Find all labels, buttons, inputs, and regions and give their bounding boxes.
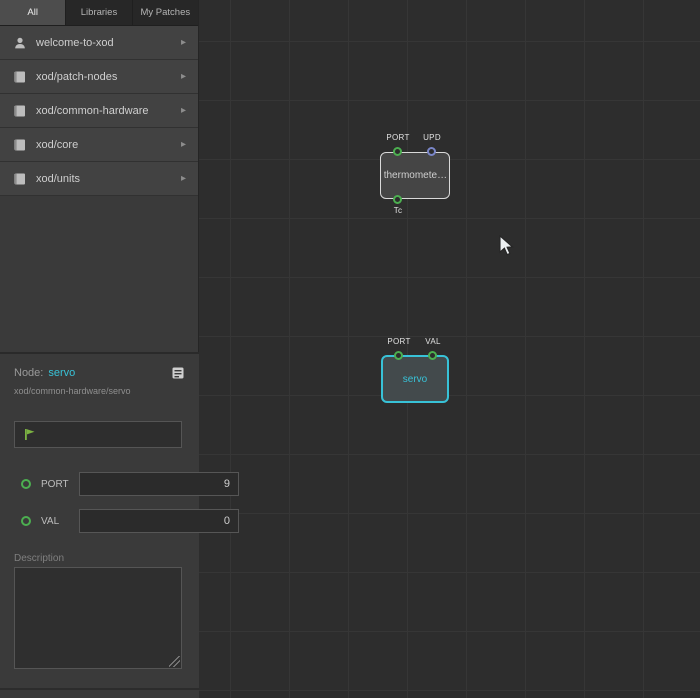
description-textarea[interactable] — [14, 567, 182, 669]
pin-label-upd: UPD — [423, 133, 441, 142]
pin-label-port: PORT — [386, 133, 409, 142]
sidebar-item-welcome-to-xod[interactable]: welcome-to-xod ▸ — [0, 26, 198, 60]
library-label: welcome-to-xod — [36, 37, 181, 49]
pin-port-icon[interactable] — [393, 147, 402, 156]
book-icon — [13, 104, 27, 118]
library-label: xod/units — [36, 173, 181, 185]
node-title: thermomete… — [384, 170, 447, 181]
node-docs-icon[interactable] — [171, 366, 185, 380]
tab-my-patches[interactable]: My Patches — [133, 0, 198, 25]
pin-tc-icon[interactable] — [393, 195, 402, 204]
flag-icon — [24, 428, 36, 441]
chevron-right-icon: ▸ — [181, 105, 186, 116]
project-browser-list: welcome-to-xod ▸ xod/patch-nodes ▸ xod/c… — [0, 26, 198, 196]
book-icon — [13, 70, 27, 84]
library-label: xod/core — [36, 139, 181, 151]
field-row-port: PORT — [0, 472, 199, 496]
user-icon — [13, 36, 27, 50]
pin-label-val: VAL — [425, 337, 440, 346]
sidebar-item-xod-patch-nodes[interactable]: xod/patch-nodes ▸ — [0, 60, 198, 94]
chevron-right-icon: ▸ — [181, 37, 186, 48]
tab-libraries[interactable]: Libraries — [66, 0, 132, 25]
library-label: xod/patch-nodes — [36, 71, 181, 83]
node-servo[interactable]: PORT VAL servo — [381, 355, 449, 403]
sidebar-item-xod-units[interactable]: xod/units ▸ — [0, 162, 198, 196]
field-label: PORT — [41, 479, 79, 490]
browser-tabbar: All Libraries My Patches — [0, 0, 198, 26]
node-path: xod/common-hardware/servo — [0, 384, 199, 396]
node-prefix-label: Node: — [14, 367, 43, 379]
xod-ide-window: PORT UPD thermomete… Tc PORT VAL servo A… — [0, 0, 700, 698]
book-icon — [13, 172, 27, 186]
description-label: Description — [14, 553, 64, 564]
chevron-right-icon: ▸ — [181, 139, 186, 150]
pin-type-icon — [21, 479, 31, 489]
pin-port-icon[interactable] — [394, 351, 403, 360]
mouse-cursor-icon — [499, 235, 515, 257]
pin-upd-icon[interactable] — [427, 147, 436, 156]
pin-label-port: PORT — [387, 337, 410, 346]
sidebar-item-xod-common-hardware[interactable]: xod/common-hardware ▸ — [0, 94, 198, 128]
pin-type-icon — [21, 516, 31, 526]
sidebar-item-xod-core[interactable]: xod/core ▸ — [0, 128, 198, 162]
node-preview-box — [14, 421, 182, 448]
field-label: VAL — [41, 516, 79, 527]
inspector-header: Node: servo — [0, 354, 199, 384]
sidebar: All Libraries My Patches welcome-to-xod … — [0, 0, 199, 698]
pin-label-tc: Tc — [394, 206, 403, 215]
node-name-link[interactable]: servo — [48, 367, 75, 379]
node-title: servo — [403, 374, 427, 385]
resize-handle[interactable] — [169, 656, 180, 667]
field-row-val: VAL — [0, 509, 199, 533]
tab-all[interactable]: All — [0, 0, 66, 25]
port-value-input[interactable] — [79, 472, 239, 496]
pin-val-icon[interactable] — [428, 351, 437, 360]
book-icon — [13, 138, 27, 152]
inspector-panel: Node: servo xod/common-hardware/servo — [0, 352, 199, 698]
panel-divider — [0, 688, 199, 690]
chevron-right-icon: ▸ — [181, 71, 186, 82]
chevron-right-icon: ▸ — [181, 173, 186, 184]
node-thermometer[interactable]: PORT UPD thermomete… Tc — [380, 152, 450, 199]
patch-canvas[interactable]: PORT UPD thermomete… Tc PORT VAL servo — [199, 0, 700, 698]
val-value-input[interactable] — [79, 509, 239, 533]
library-label: xod/common-hardware — [36, 105, 181, 117]
